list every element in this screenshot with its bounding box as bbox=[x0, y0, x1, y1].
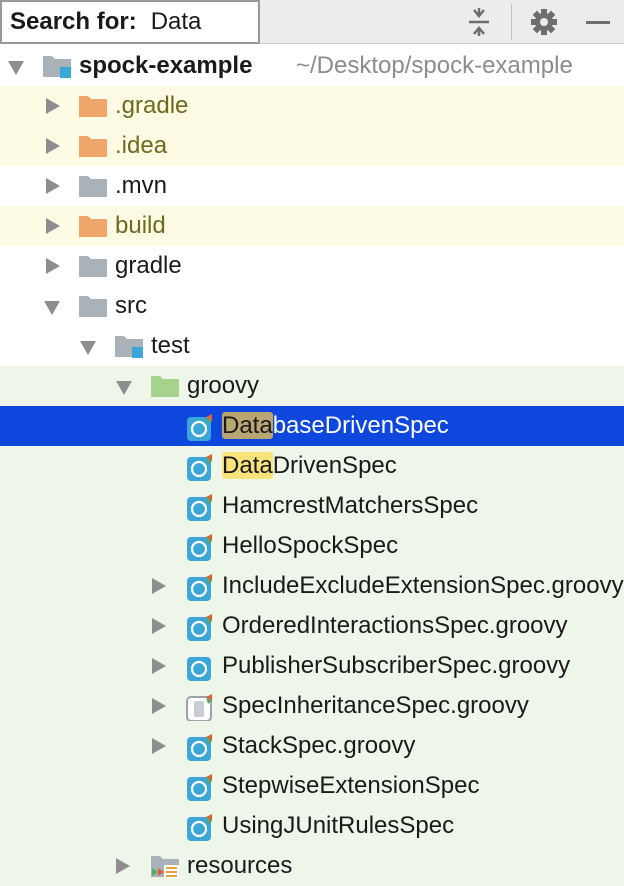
tree-row[interactable]: test bbox=[0, 326, 624, 366]
tree-item-label: groovy bbox=[187, 372, 259, 400]
collapse-arrow-icon[interactable] bbox=[116, 381, 132, 395]
expand-arrow-icon[interactable] bbox=[46, 138, 60, 154]
tree-item-label: test bbox=[151, 332, 190, 360]
tree-item-label: resources bbox=[187, 852, 292, 880]
tree-row[interactable]: src bbox=[0, 286, 624, 326]
folder-icon bbox=[78, 174, 108, 198]
tree-item-label: StepwiseExtensionSpec bbox=[222, 772, 479, 800]
tree-item-label: build bbox=[115, 212, 166, 240]
groovy-test-class-icon bbox=[186, 613, 214, 641]
toolbar: Search for: Data bbox=[0, 0, 624, 44]
groovy-test-class-icon bbox=[186, 533, 214, 561]
project-name: spock-example bbox=[79, 52, 252, 80]
tree-row[interactable]: resources bbox=[0, 846, 624, 886]
tree-row-selected[interactable]: DatabaseDrivenSpec bbox=[0, 406, 624, 446]
groovy-test-class-icon bbox=[186, 733, 214, 761]
expand-arrow-icon[interactable] bbox=[152, 738, 166, 754]
tree-row[interactable]: HamcrestMatchersSpec bbox=[0, 486, 624, 526]
tree-row[interactable]: IncludeExcludeExtensionSpec.groovy bbox=[0, 566, 624, 606]
tree-row[interactable]: DataDrivenSpec bbox=[0, 446, 624, 486]
tree-row[interactable]: .idea bbox=[0, 126, 624, 166]
expand-arrow-icon[interactable] bbox=[152, 578, 166, 594]
tree-item-label: UsingJUnitRulesSpec bbox=[222, 812, 454, 840]
project-path: ~/Desktop/spock-example bbox=[296, 52, 573, 80]
tree-row[interactable]: HelloSpockSpec bbox=[0, 526, 624, 566]
tree-row[interactable]: OrderedInteractionsSpec.groovy bbox=[0, 606, 624, 646]
tree-item-label: .mvn bbox=[115, 172, 167, 200]
expand-arrow-icon[interactable] bbox=[152, 618, 166, 634]
tree-row[interactable]: .mvn bbox=[0, 166, 624, 206]
tree-item-label: OrderedInteractionsSpec.groovy bbox=[222, 612, 568, 640]
toolbar-separator bbox=[511, 4, 512, 40]
groovy-test-class-icon bbox=[186, 453, 214, 481]
tree-item-label: gradle bbox=[115, 252, 182, 280]
groovy-test-class-icon bbox=[186, 813, 214, 841]
collapse-arrow-icon[interactable] bbox=[80, 341, 96, 355]
tree-row[interactable]: groovy bbox=[0, 366, 624, 406]
groovy-test-class-icon bbox=[186, 413, 214, 441]
module-folder-icon bbox=[114, 334, 144, 358]
tree-row[interactable]: SpecInheritanceSpec.groovy bbox=[0, 686, 624, 726]
tree-row[interactable]: .gradle bbox=[0, 86, 624, 126]
tree-item-label: PublisherSubscriberSpec.groovy bbox=[222, 652, 570, 680]
gear-icon[interactable] bbox=[528, 6, 560, 38]
groovy-class-icon bbox=[186, 653, 214, 681]
search-match: Data bbox=[222, 412, 273, 439]
minimize-icon[interactable] bbox=[582, 6, 614, 38]
tree-row[interactable]: StepwiseExtensionSpec bbox=[0, 766, 624, 806]
tree-item-label: HamcrestMatchersSpec bbox=[222, 492, 478, 520]
folder-icon bbox=[78, 294, 108, 318]
tree-item-label: HelloSpockSpec bbox=[222, 532, 398, 560]
tree-item-label: IncludeExcludeExtensionSpec.groovy bbox=[222, 572, 624, 600]
collapse-all-icon[interactable] bbox=[463, 6, 495, 38]
groovy-test-class-icon bbox=[186, 773, 214, 801]
tree-item-label-rest: baseDrivenSpec bbox=[273, 412, 449, 439]
expand-arrow-icon[interactable] bbox=[46, 258, 60, 274]
tree-row[interactable]: StackSpec.groovy bbox=[0, 726, 624, 766]
expand-arrow-icon[interactable] bbox=[46, 218, 60, 234]
project-tree: spock-example ~/Desktop/spock-example .g… bbox=[0, 46, 624, 886]
tree-row[interactable]: UsingJUnitRulesSpec bbox=[0, 806, 624, 846]
excluded-folder-icon bbox=[78, 94, 108, 118]
expand-arrow-icon[interactable] bbox=[152, 698, 166, 714]
tree-item-label: .idea bbox=[115, 132, 167, 160]
tree-item-label: src bbox=[115, 292, 147, 320]
search-label: Search for: bbox=[10, 8, 137, 36]
expand-arrow-icon[interactable] bbox=[8, 61, 24, 75]
tree-item-label-rest: DrivenSpec bbox=[273, 452, 397, 479]
tree-row[interactable]: PublisherSubscriberSpec.groovy bbox=[0, 646, 624, 686]
tree-row-root[interactable]: spock-example ~/Desktop/spock-example bbox=[0, 46, 624, 86]
resources-folder-icon bbox=[150, 854, 180, 878]
tree-row[interactable]: build bbox=[0, 206, 624, 246]
search-match: Data bbox=[222, 452, 273, 479]
search-input[interactable]: Search for: Data bbox=[0, 0, 260, 44]
expand-arrow-icon[interactable] bbox=[116, 858, 130, 874]
tree-item-label: DatabaseDrivenSpec bbox=[222, 412, 449, 440]
tree-item-label: SpecInheritanceSpec.groovy bbox=[222, 692, 529, 720]
tree-item-label: StackSpec.groovy bbox=[222, 732, 415, 760]
collapse-arrow-icon[interactable] bbox=[44, 301, 60, 315]
excluded-folder-icon bbox=[78, 134, 108, 158]
tree-item-label: .gradle bbox=[115, 92, 188, 120]
expand-arrow-icon[interactable] bbox=[46, 98, 60, 114]
expand-arrow-icon[interactable] bbox=[46, 178, 60, 194]
excluded-folder-icon bbox=[78, 214, 108, 238]
expand-arrow-icon[interactable] bbox=[152, 658, 166, 674]
abstract-class-icon bbox=[186, 693, 214, 721]
tree-item-label: DataDrivenSpec bbox=[222, 452, 397, 480]
tree-row[interactable]: gradle bbox=[0, 246, 624, 286]
folder-icon bbox=[78, 254, 108, 278]
search-value[interactable]: Data bbox=[151, 8, 202, 36]
groovy-test-class-icon bbox=[186, 493, 214, 521]
groovy-test-class-icon bbox=[186, 573, 214, 601]
test-source-folder-icon bbox=[150, 374, 180, 398]
module-folder-icon bbox=[42, 54, 72, 78]
